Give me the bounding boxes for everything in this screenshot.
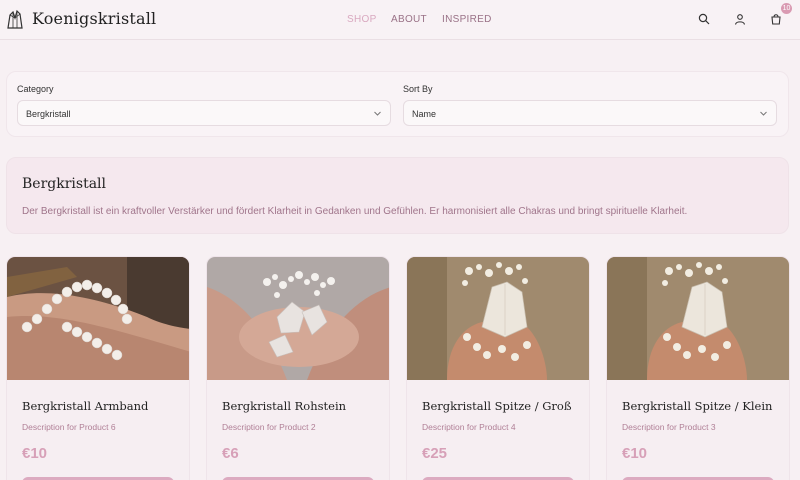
category-label: Category bbox=[17, 84, 54, 94]
product-title[interactable]: Bergkristall Armband bbox=[22, 399, 148, 413]
product-card[interactable]: Bergkristall Armband Description for Pro… bbox=[6, 256, 190, 480]
product-card[interactable]: Bergkristall Rohstein Description for Pr… bbox=[206, 256, 390, 480]
product-card[interactable]: Bergkristall Spitze / Klein Description … bbox=[606, 256, 790, 480]
product-image[interactable] bbox=[607, 257, 789, 380]
user-icon[interactable] bbox=[734, 13, 746, 25]
product-price: €25 bbox=[422, 445, 448, 462]
nav-inspired[interactable]: INSPIRED bbox=[442, 14, 492, 25]
product-price: €6 bbox=[222, 445, 239, 462]
chevron-down-icon bbox=[374, 111, 381, 116]
brand-name[interactable]: Koenigskristall bbox=[32, 9, 156, 28]
product-title[interactable]: Bergkristall Spitze / Groß bbox=[422, 399, 572, 413]
category-select[interactable]: Bergkristall bbox=[17, 100, 391, 126]
category-title: Bergkristall bbox=[22, 176, 106, 192]
product-card[interactable]: Bergkristall Spitze / Groß Description f… bbox=[406, 256, 590, 480]
product-image[interactable] bbox=[407, 257, 589, 380]
chevron-down-icon bbox=[760, 111, 767, 116]
product-image[interactable] bbox=[207, 257, 389, 380]
category-description: Der Bergkristall ist ein kraftvoller Ver… bbox=[22, 206, 688, 217]
nav-about[interactable]: ABOUT bbox=[391, 14, 427, 25]
product-description: Description for Product 2 bbox=[222, 422, 316, 432]
sort-select[interactable]: Name bbox=[403, 100, 777, 126]
category-select-value: Bergkristall bbox=[26, 109, 71, 119]
product-description: Description for Product 3 bbox=[622, 422, 716, 432]
search-icon[interactable] bbox=[698, 13, 710, 25]
sort-select-value: Name bbox=[412, 109, 437, 119]
product-title[interactable]: Bergkristall Spitze / Klein bbox=[622, 399, 772, 413]
product-price: €10 bbox=[22, 445, 48, 462]
product-price: €10 bbox=[622, 445, 648, 462]
site-header: Koenigskristall SHOP ABOUT INSPIRED 10 bbox=[0, 0, 800, 40]
product-title[interactable]: Bergkristall Rohstein bbox=[222, 399, 346, 413]
product-description: Description for Product 4 bbox=[422, 422, 516, 432]
cart-icon[interactable] bbox=[770, 13, 782, 25]
product-description: Description for Product 6 bbox=[22, 422, 116, 432]
nav-shop[interactable]: SHOP bbox=[347, 14, 377, 25]
cart-count-badge: 10 bbox=[781, 3, 792, 14]
sort-label: Sort By bbox=[403, 84, 433, 94]
category-info-panel bbox=[6, 157, 789, 234]
product-image[interactable] bbox=[7, 257, 189, 380]
crystal-icon[interactable] bbox=[6, 9, 24, 29]
